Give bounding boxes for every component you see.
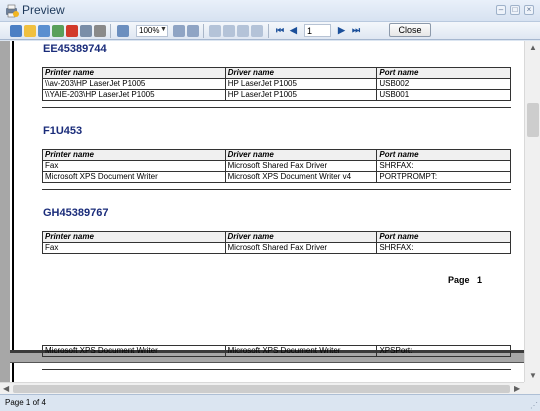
page-footer-number: 1: [477, 275, 483, 285]
printer-cell: Microsoft XPS Document Writer: [42, 345, 226, 357]
page-footer: Page 1: [448, 275, 482, 285]
table-header-row: Printer name Driver name Port name: [42, 231, 511, 243]
printer-table: Printer name Driver name Port name Fax M…: [42, 149, 511, 183]
toolbar-separator: [268, 24, 269, 38]
last-page-button[interactable]: ⏭: [352, 25, 360, 35]
pdf-icon[interactable]: [66, 25, 78, 37]
email-icon[interactable]: [80, 25, 92, 37]
app-icon: [6, 4, 19, 18]
printer-cell: \\av-203\HP LaserJet P1005: [42, 78, 226, 90]
driver-cell: Microsoft XPS Document Writer: [224, 345, 378, 357]
save-icon[interactable]: [38, 25, 50, 37]
maximize-button[interactable]: □: [510, 5, 520, 15]
page-margin-line: [12, 41, 14, 350]
group-title: EE45389744: [43, 43, 107, 55]
vertical-scroll-thumb[interactable]: [527, 103, 539, 137]
driver-cell: HP LaserJet P1005: [224, 89, 378, 101]
printer-table: Microsoft XPS Document Writer Microsoft …: [42, 345, 511, 357]
multiple-pages-icon[interactable]: [237, 25, 249, 37]
port-cell: XPSPort:: [376, 345, 511, 357]
header-driver-name: Driver name: [224, 67, 378, 79]
header-port-name: Port name: [376, 67, 511, 79]
printer-cell: Microsoft XPS Document Writer: [42, 171, 226, 183]
table-row: Fax Microsoft Shared Fax Driver SHRFAX:: [42, 242, 511, 254]
title-bar: Preview – □ ×: [0, 0, 540, 22]
page-number-input[interactable]: [304, 24, 331, 37]
scroll-left-icon[interactable]: ◀: [3, 384, 9, 393]
printer-table: Printer name Driver name Port name \\av-…: [42, 67, 511, 101]
horizontal-scroll-thumb[interactable]: [13, 385, 510, 393]
page-margin-line: [12, 363, 14, 382]
table-row: \\YAIE-203\HP LaserJet P1005 HP LaserJet…: [42, 89, 511, 101]
group-separator: [42, 369, 511, 370]
header-printer-name: Printer name: [42, 67, 226, 79]
single-page-icon[interactable]: [209, 25, 221, 37]
first-page-button[interactable]: ⏮: [276, 25, 284, 35]
driver-cell: Microsoft XPS Document Writer v4: [224, 171, 378, 183]
printer-cell: \\YAIE-203\HP LaserJet P1005: [42, 89, 226, 101]
zoom-out-icon[interactable]: [173, 25, 185, 37]
previous-page-button[interactable]: ◀: [290, 25, 297, 35]
zoom-in-icon[interactable]: [187, 25, 199, 37]
close-button[interactable]: Close: [389, 23, 431, 37]
header-printer-name: Printer name: [42, 231, 226, 243]
page-footer-label: Page: [448, 275, 470, 285]
toolbar-separator: [203, 24, 204, 38]
header-driver-name: Driver name: [224, 149, 378, 161]
open-icon[interactable]: [24, 25, 36, 37]
page-setup-icon[interactable]: [251, 25, 263, 37]
header-driver-name: Driver name: [224, 231, 378, 243]
table-row: \\av-203\HP LaserJet P1005 HP LaserJet P…: [42, 78, 511, 90]
scroll-up-icon[interactable]: ▲: [529, 43, 537, 52]
table-row: Microsoft XPS Document Writer Microsoft …: [42, 345, 511, 357]
driver-cell: HP LaserJet P1005: [224, 78, 378, 90]
port-cell: PORTPROMPT:: [376, 171, 511, 183]
port-cell: SHRFAX:: [376, 242, 511, 254]
port-cell: USB001: [376, 89, 511, 101]
export-icon[interactable]: [52, 25, 64, 37]
find-icon[interactable]: [94, 25, 106, 37]
header-port-name: Port name: [376, 149, 511, 161]
printer-table: Printer name Driver name Port name Fax M…: [42, 231, 511, 254]
driver-cell: Microsoft Shared Fax Driver: [224, 160, 378, 172]
table-header-row: Printer name Driver name Port name: [42, 67, 511, 79]
toolbar-separator: [110, 24, 111, 38]
table-row: Fax Microsoft Shared Fax Driver SHRFAX:: [42, 160, 511, 172]
close-window-button[interactable]: ×: [524, 5, 534, 15]
window-title: Preview: [22, 3, 65, 17]
group-title: F1U453: [43, 125, 83, 137]
scroll-down-icon[interactable]: ▼: [529, 371, 537, 380]
status-page-count: Page 1 of 4: [5, 398, 46, 407]
status-bar: Page 1 of 4 ⋰: [0, 394, 540, 411]
printer-cell: Fax: [42, 242, 226, 254]
printer-cell: Fax: [42, 160, 226, 172]
table-header-row: Printer name Driver name Port name: [42, 149, 511, 161]
print-icon[interactable]: [10, 25, 22, 37]
next-page-button[interactable]: ▶: [338, 25, 345, 35]
report-page: EE45389744 Printer name Driver name Port…: [10, 41, 524, 353]
zoom-icon[interactable]: [117, 25, 129, 37]
header-printer-name: Printer name: [42, 149, 226, 161]
driver-cell: Microsoft Shared Fax Driver: [224, 242, 378, 254]
resize-grip-icon[interactable]: ⋰: [530, 401, 538, 410]
report-viewport[interactable]: EE45389744 Printer name Driver name Port…: [0, 41, 524, 382]
group-separator: [42, 107, 511, 108]
vertical-scrollbar[interactable]: ▲ ▼: [524, 41, 540, 382]
two-pages-icon[interactable]: [223, 25, 235, 37]
header-port-name: Port name: [376, 231, 511, 243]
report-page-next: Microsoft XPS Document Writer Microsoft …: [10, 345, 524, 382]
port-cell: USB002: [376, 78, 511, 90]
minimize-button[interactable]: –: [496, 5, 506, 15]
group-title: GH45389767: [43, 207, 109, 219]
scroll-right-icon[interactable]: ▶: [514, 384, 520, 393]
scrollbar-corner: [524, 382, 540, 394]
group-separator: [42, 189, 511, 190]
toolbar: 100% ▼ ⏮ ◀ ▶ ⏭ Close: [0, 22, 540, 40]
horizontal-scrollbar[interactable]: ◀ ▶: [0, 382, 524, 394]
table-row: Microsoft XPS Document Writer Microsoft …: [42, 171, 511, 183]
chevron-down-icon[interactable]: ▼: [160, 26, 167, 33]
port-cell: SHRFAX:: [376, 160, 511, 172]
